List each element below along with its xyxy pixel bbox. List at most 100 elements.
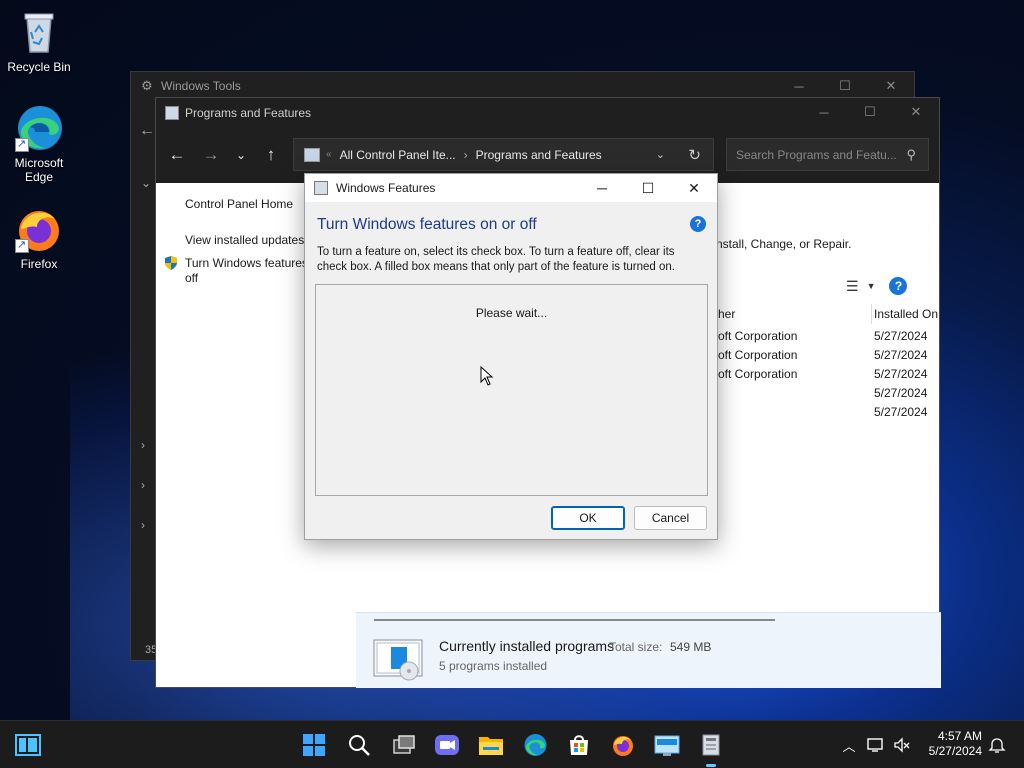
desktop-icon-edge[interactable]: Microsoft Edge xyxy=(1,104,77,184)
start-button-icon[interactable] xyxy=(300,731,328,759)
chevron-right-icon[interactable]: › xyxy=(141,478,145,492)
column-header-publisher[interactable]: her xyxy=(718,307,735,327)
list-toolbar: ☰ ▼ ? xyxy=(846,277,908,295)
windows-features-titlebar[interactable]: Windows Features ─ ☐ ✕ xyxy=(305,174,717,202)
chevron-down-icon[interactable]: ▼ xyxy=(867,281,876,291)
file-explorer-icon[interactable] xyxy=(477,731,505,759)
shield-icon xyxy=(163,255,179,271)
windows-features-taskbar-icon[interactable] xyxy=(697,731,725,767)
total-size-label: Total size: xyxy=(609,640,663,654)
search-icon: ⚲ xyxy=(906,146,916,162)
chevron-right-icon[interactable]: › xyxy=(141,518,145,532)
dialog-heading: Turn Windows features on or off xyxy=(317,216,537,233)
control-panel-home-link[interactable]: Control Panel Home xyxy=(185,197,293,212)
breadcrumb-segment[interactable]: All Control Panel Ite... xyxy=(340,148,456,162)
desktop-icon-label: Firefox xyxy=(20,257,58,271)
dialog-description: To turn a feature on, select its check b… xyxy=(317,246,675,273)
task-view-icon[interactable] xyxy=(390,731,418,759)
programs-features-titlebar[interactable]: Programs and Features ─ ☐ ✕ xyxy=(156,98,939,127)
window-title: Windows Tools xyxy=(161,79,241,93)
breadcrumb-chevron-icon[interactable]: « xyxy=(326,149,332,160)
horizontal-scrollbar[interactable] xyxy=(374,619,775,621)
windows-features-icon xyxy=(314,181,328,195)
loading-text: Please wait... xyxy=(475,306,548,320)
windows-tools-sidebar: ← ⌄ › › › 35 xyxy=(133,100,157,660)
programs-count: 5 programs installed xyxy=(439,659,548,673)
minimize-button[interactable]: ─ xyxy=(801,98,847,126)
control-panel-icon[interactable] xyxy=(653,731,681,759)
firefox-icon xyxy=(15,205,63,253)
ok-button[interactable]: OK xyxy=(551,506,625,530)
control-panel-icon xyxy=(304,147,320,162)
window-title: Programs and Features xyxy=(185,105,312,120)
up-arrow-icon[interactable]: ↑ xyxy=(254,145,288,165)
total-size-value: 549 MB xyxy=(670,640,712,654)
recent-locations-chevron-icon[interactable]: ⌄ xyxy=(228,148,254,162)
chevron-down-icon[interactable]: ⌄ xyxy=(656,148,665,161)
window-controls: ─ ☐ ✕ xyxy=(776,72,914,100)
recycle-bin-icon xyxy=(15,8,63,56)
close-button[interactable]: ✕ xyxy=(893,98,939,126)
forward-arrow-icon[interactable]: → xyxy=(194,145,228,165)
help-icon[interactable]: ? xyxy=(690,216,706,232)
desktop-icon-firefox[interactable]: Firefox xyxy=(1,205,77,271)
back-arrow-icon[interactable]: ← xyxy=(160,145,194,165)
clock-date: 5/27/2024 xyxy=(928,744,982,758)
show-hidden-icons-chevron-icon[interactable]: ︿ xyxy=(842,736,856,755)
view-options-icon[interactable]: ☰ xyxy=(846,278,859,295)
refresh-icon[interactable]: ↻ xyxy=(688,146,701,164)
windows-features-dialog[interactable]: Windows Features ─ ☐ ✕ Turn Windows feat… xyxy=(304,173,718,540)
mouse-cursor-icon xyxy=(480,365,494,389)
maximize-button[interactable]: ☐ xyxy=(847,98,893,126)
dialog-body: Turn Windows features on or off ? To tur… xyxy=(305,202,717,539)
system-tray: ︿ xyxy=(842,721,856,768)
column-divider[interactable] xyxy=(871,304,872,324)
chat-icon[interactable] xyxy=(433,731,461,759)
column-header-installed-on[interactable]: Installed On xyxy=(874,307,938,327)
search-placeholder: Search Programs and Featu... xyxy=(736,147,897,162)
dialog-title: Windows Features xyxy=(336,181,436,195)
clock-time: 4:57 AM xyxy=(937,729,982,743)
edge-icon[interactable] xyxy=(521,731,549,759)
turn-windows-features-link-line2[interactable]: off xyxy=(185,271,198,286)
cancel-button[interactable]: Cancel xyxy=(634,506,707,530)
help-icon[interactable]: ? xyxy=(889,277,908,295)
desktop-icon-label: Recycle Bin xyxy=(7,60,71,74)
features-tree[interactable]: Please wait... xyxy=(315,284,708,496)
chevron-right-icon[interactable]: › xyxy=(141,438,145,452)
gear-icon: ⚙ xyxy=(141,78,153,93)
desktop-icon-recycle-bin[interactable]: Recycle Bin xyxy=(1,8,77,74)
clock[interactable]: 4:57 AM 5/27/2024 xyxy=(922,729,982,759)
chevron-down-icon[interactable]: ⌄ xyxy=(141,176,151,190)
close-button[interactable]: ✕ xyxy=(868,72,914,100)
breadcrumb-current[interactable]: Programs and Features xyxy=(476,148,602,162)
cell-installed-on: 5/27/2024 xyxy=(874,329,928,343)
back-arrow-icon[interactable]: ← xyxy=(139,122,155,140)
window-controls: ─ ☐ ✕ xyxy=(579,174,717,202)
currently-installed-title: Currently installed programs xyxy=(439,638,615,654)
notifications-icon[interactable] xyxy=(988,721,1006,768)
microsoft-store-icon[interactable] xyxy=(565,731,593,759)
search-input[interactable]: Search Programs and Featu... ⚲ xyxy=(726,138,929,171)
show-desktop-widget-icon[interactable] xyxy=(14,731,42,759)
minimize-button[interactable]: ─ xyxy=(776,72,822,100)
cell-publisher: oft Corporation xyxy=(718,367,798,381)
details-pane: Currently installed programs Total size:… xyxy=(356,612,941,688)
address-bar[interactable]: « All Control Panel Ite... › Programs an… xyxy=(293,138,714,171)
close-button[interactable]: ✕ xyxy=(671,174,717,202)
firefox-icon[interactable] xyxy=(609,731,637,759)
minimize-button[interactable]: ─ xyxy=(579,174,625,202)
installed-programs-icon xyxy=(373,637,425,681)
turn-windows-features-link[interactable]: Turn Windows features on or xyxy=(185,256,309,271)
maximize-button[interactable]: ☐ xyxy=(625,174,671,202)
window-controls: ─ ☐ ✕ xyxy=(801,98,939,126)
cell-installed-on: 5/27/2024 xyxy=(874,348,928,362)
maximize-button[interactable]: ☐ xyxy=(822,72,868,100)
view-installed-updates-link[interactable]: View installed updates xyxy=(185,233,304,248)
control-panel-icon xyxy=(165,105,179,120)
search-icon[interactable] xyxy=(345,731,373,759)
network-icon[interactable] xyxy=(867,721,885,768)
cell-installed-on: 5/27/2024 xyxy=(874,405,928,419)
volume-muted-icon[interactable] xyxy=(893,721,911,768)
cell-installed-on: 5/27/2024 xyxy=(874,367,928,381)
